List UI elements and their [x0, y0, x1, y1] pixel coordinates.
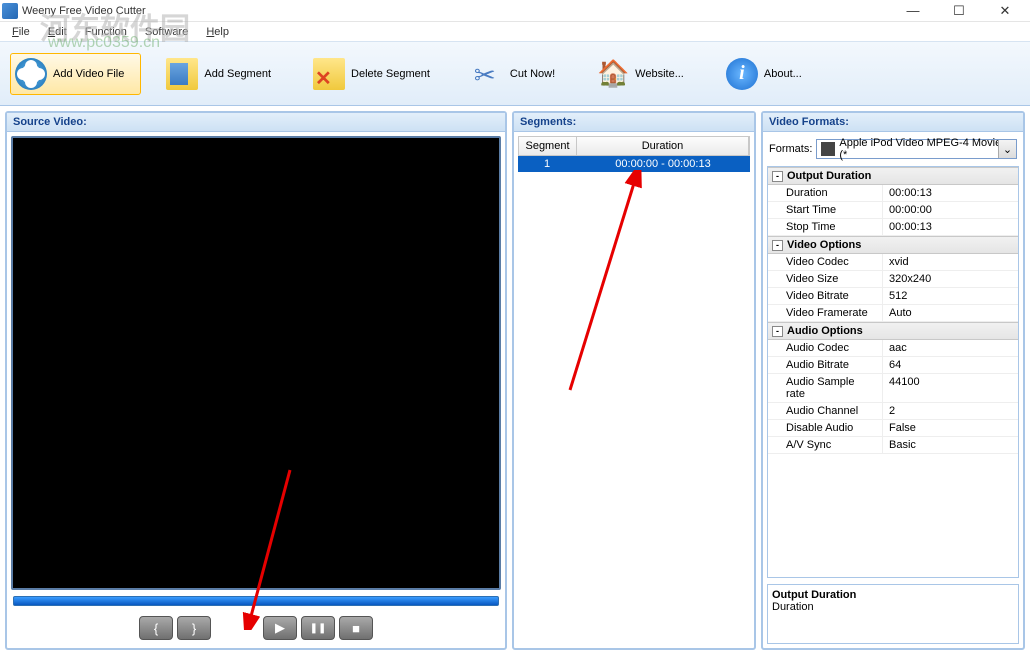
- segment-id: 1: [518, 156, 576, 172]
- toolbar: Add Video File Add Segment Delete Segmen…: [0, 42, 1030, 106]
- segments-panel: Segments: Segment Duration 1 00:00:00 - …: [512, 111, 756, 650]
- mark-in-button[interactable]: {: [139, 616, 173, 640]
- prop-video-codec[interactable]: Video Codecxvid: [768, 254, 1018, 271]
- format-select[interactable]: Apple iPod Video MPEG-4 Movie (* ⌄: [816, 139, 1017, 159]
- segment-duration: 00:00:00 - 00:00:13: [576, 156, 750, 172]
- minimize-button[interactable]: —: [890, 0, 936, 22]
- stop-button[interactable]: ■: [339, 616, 373, 640]
- folder-film-icon: [166, 58, 198, 90]
- app-icon: [2, 3, 18, 19]
- prop-video-bitrate[interactable]: Video Bitrate512: [768, 288, 1018, 305]
- property-description-title: Output Duration: [772, 589, 1014, 601]
- source-video-header: Source Video:: [7, 113, 505, 132]
- prop-stop-time[interactable]: Stop Time00:00:13: [768, 219, 1018, 236]
- menu-file[interactable]: File: [4, 24, 38, 40]
- menu-help[interactable]: Help: [198, 24, 237, 40]
- source-video-panel: Source Video: { } ▶ ❚❚ ■: [5, 111, 507, 650]
- prop-audio-sample-rate[interactable]: Audio Sample rate44100: [768, 374, 1018, 403]
- video-formats-panel: Video Formats: Formats: Apple iPod Video…: [761, 111, 1025, 650]
- mark-out-button[interactable]: }: [177, 616, 211, 640]
- chevron-down-icon[interactable]: ⌄: [998, 140, 1016, 158]
- group-video-options[interactable]: -Video Options: [768, 236, 1018, 254]
- website-button[interactable]: Website...: [592, 53, 701, 95]
- prop-audio-channel[interactable]: Audio Channel2: [768, 403, 1018, 420]
- prop-av-sync[interactable]: A/V SyncBasic: [768, 437, 1018, 454]
- segments-col-duration[interactable]: Duration: [577, 137, 749, 155]
- home-icon: [597, 58, 629, 90]
- prop-duration[interactable]: Duration00:00:13: [768, 185, 1018, 202]
- info-icon: i: [726, 58, 758, 90]
- ipod-icon: [821, 142, 835, 156]
- about-button[interactable]: i About...: [721, 53, 819, 95]
- delete-segment-button[interactable]: Delete Segment: [308, 53, 447, 95]
- property-description: Output Duration Duration: [767, 584, 1019, 644]
- timeline-slider[interactable]: [13, 596, 499, 606]
- about-label: About...: [764, 68, 802, 80]
- website-label: Website...: [635, 68, 684, 80]
- play-button[interactable]: ▶: [263, 616, 297, 640]
- format-selected: Apple iPod Video MPEG-4 Movie (*: [839, 137, 1012, 161]
- menu-edit[interactable]: Edit: [40, 24, 75, 40]
- group-output-duration[interactable]: -Output Duration: [768, 167, 1018, 185]
- segment-row[interactable]: 1 00:00:00 - 00:00:13: [518, 156, 750, 172]
- cut-now-label: Cut Now!: [510, 68, 555, 80]
- prop-audio-bitrate[interactable]: Audio Bitrate64: [768, 357, 1018, 374]
- prop-video-size[interactable]: Video Size320x240: [768, 271, 1018, 288]
- video-formats-header: Video Formats:: [763, 113, 1023, 132]
- film-reel-icon: [15, 58, 47, 90]
- prop-audio-codec[interactable]: Audio Codecaac: [768, 340, 1018, 357]
- properties-grid: -Output Duration Duration00:00:13 Start …: [767, 166, 1019, 578]
- collapse-icon[interactable]: -: [772, 171, 783, 182]
- cut-now-button[interactable]: Cut Now!: [467, 53, 572, 95]
- prop-video-framerate[interactable]: Video FramerateAuto: [768, 305, 1018, 322]
- content-area: Source Video: { } ▶ ❚❚ ■ Segments: S: [0, 106, 1030, 655]
- close-button[interactable]: ✕: [982, 0, 1028, 22]
- scissors-icon: [472, 58, 504, 90]
- collapse-icon[interactable]: -: [772, 326, 783, 337]
- video-preview[interactable]: [11, 136, 501, 590]
- group-audio-options[interactable]: -Audio Options: [768, 322, 1018, 340]
- formats-label: Formats:: [769, 143, 812, 155]
- add-video-file-label: Add Video File: [53, 68, 124, 80]
- menu-bar: File Edit Function Software Help: [0, 22, 1030, 42]
- window-title: Weeny Free Video Cutter: [22, 5, 890, 17]
- segments-table-header: Segment Duration: [518, 136, 750, 156]
- property-description-text: Duration: [772, 601, 1014, 613]
- pause-button[interactable]: ❚❚: [301, 616, 335, 640]
- menu-software[interactable]: Software: [137, 24, 196, 40]
- segments-col-segment[interactable]: Segment: [519, 137, 577, 155]
- add-video-file-button[interactable]: Add Video File: [10, 53, 141, 95]
- menu-function[interactable]: Function: [77, 24, 135, 40]
- segments-header: Segments:: [514, 113, 754, 132]
- folder-delete-icon: [313, 58, 345, 90]
- playback-controls: { } ▶ ❚❚ ■: [11, 612, 501, 644]
- maximize-button[interactable]: ☐: [936, 0, 982, 22]
- add-segment-button[interactable]: Add Segment: [161, 53, 288, 95]
- title-bar: Weeny Free Video Cutter — ☐ ✕: [0, 0, 1030, 22]
- prop-start-time[interactable]: Start Time00:00:00: [768, 202, 1018, 219]
- collapse-icon[interactable]: -: [772, 240, 783, 251]
- add-segment-label: Add Segment: [204, 68, 271, 80]
- prop-disable-audio[interactable]: Disable AudioFalse: [768, 420, 1018, 437]
- delete-segment-label: Delete Segment: [351, 68, 430, 80]
